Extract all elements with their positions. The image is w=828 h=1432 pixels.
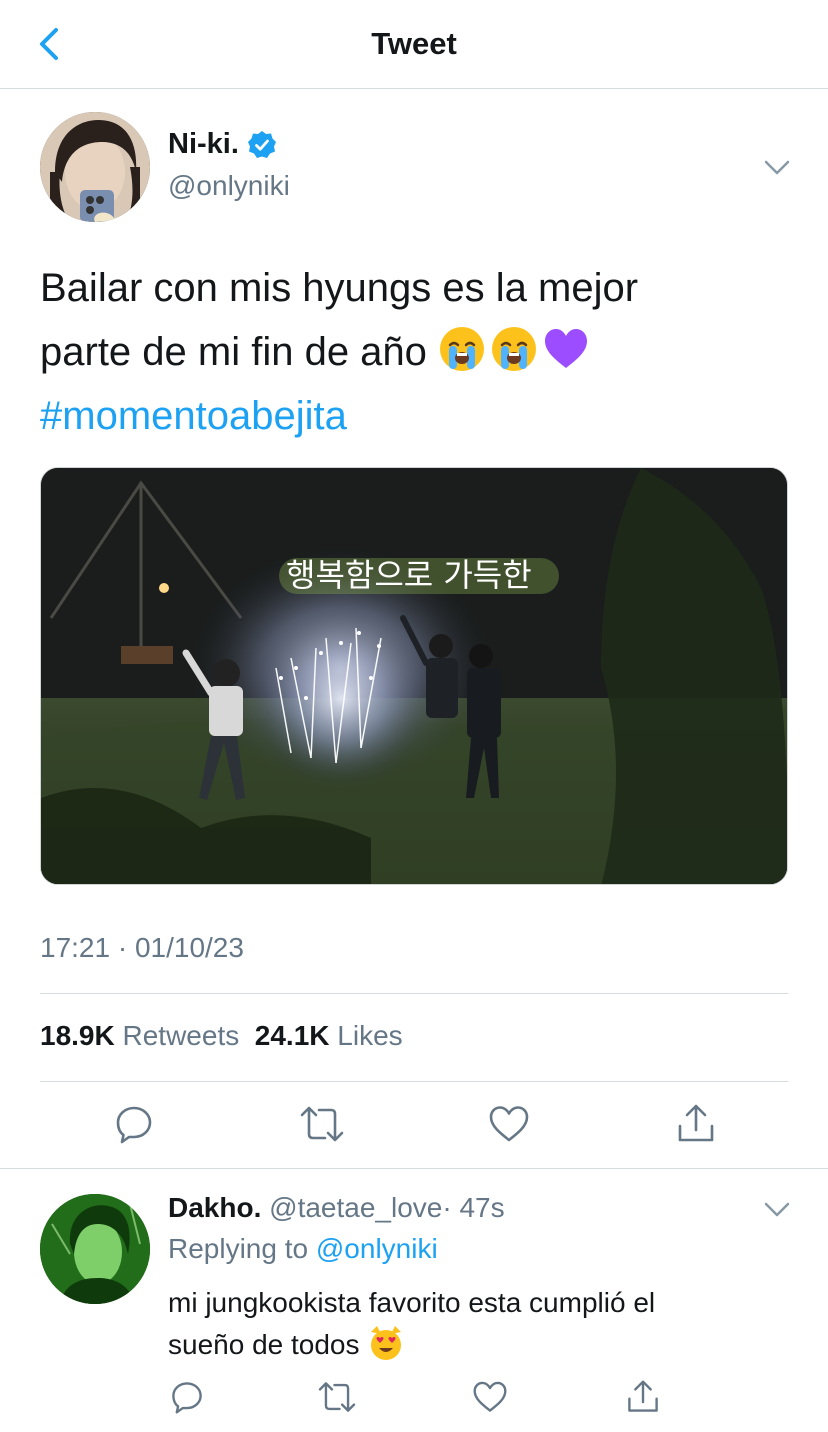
replying-to-handle[interactable]: @onlyniki: [316, 1233, 438, 1264]
likes-label: Likes: [337, 1020, 403, 1051]
reply-text: mi jungkookista favorito esta cumplió el…: [168, 1282, 768, 1366]
chevron-down-icon[interactable]: [762, 1198, 792, 1222]
like-icon[interactable]: [488, 1104, 530, 1144]
tweet-action-bar: [0, 1104, 828, 1148]
author-name[interactable]: Ni-ki.: [168, 128, 239, 161]
like-icon[interactable]: [472, 1380, 508, 1414]
divider: [40, 1081, 788, 1082]
loudly-crying-face-icon: [492, 327, 537, 371]
tweet-text-line-2: parte de mi fin de año: [40, 330, 427, 374]
share-icon[interactable]: [626, 1380, 660, 1414]
tweet-text-line-1: Bailar con mis hyungs es la mejor: [40, 266, 639, 310]
likes-stat[interactable]: 24.1K Likes: [255, 1020, 403, 1051]
reply-icon[interactable]: [170, 1380, 204, 1414]
reply-text-line-2: sueño de todos: [168, 1329, 360, 1360]
purple-heart-icon: [545, 329, 588, 368]
reply-author-handle[interactable]: @taetae_love: [269, 1192, 442, 1223]
tweet-timestamp[interactable]: 17:21 · 01/10/23: [40, 932, 244, 964]
reply-action-bar: [0, 1380, 828, 1416]
replying-to-label: Replying to: [168, 1233, 309, 1264]
reply-text-line-1: mi jungkookista favorito esta cumplió el: [168, 1287, 656, 1318]
reply-author-name[interactable]: Dakho.: [168, 1192, 261, 1223]
tweet-image[interactable]: 행복함으로 가득한: [40, 467, 788, 885]
retweet-icon[interactable]: [318, 1380, 356, 1414]
author-handle[interactable]: @onlyniki: [168, 170, 290, 202]
smiling-cat-heart-eyes-icon: [371, 1326, 402, 1360]
chevron-down-icon[interactable]: [762, 156, 792, 180]
retweets-count: 18.9K: [40, 1020, 115, 1051]
retweets-stat[interactable]: 18.9K Retweets: [40, 1020, 239, 1051]
media-caption: 행복함으로 가득한: [286, 556, 532, 594]
loudly-crying-face-icon: [440, 327, 485, 371]
divider: [40, 993, 788, 994]
top-bar: Tweet: [0, 0, 828, 89]
reply-header: Dakho. @taetae_love· 47s: [168, 1192, 505, 1224]
retweets-label: Retweets: [122, 1020, 240, 1051]
author-avatar[interactable]: [40, 112, 150, 222]
reply-time: · 47s: [442, 1192, 505, 1223]
tweet-stats: 18.9K Retweets 24.1K Likes: [40, 1020, 403, 1052]
reply-icon[interactable]: [114, 1104, 154, 1144]
hashtag-link[interactable]: #momentoabejita: [40, 384, 780, 448]
reply-author-avatar[interactable]: [40, 1194, 150, 1304]
tweet-text: Bailar con mis hyungs es la mejor parte …: [40, 256, 780, 448]
author-name-row: Ni-ki.: [168, 128, 277, 161]
retweet-icon[interactable]: [300, 1104, 344, 1144]
likes-count: 24.1K: [254, 1020, 330, 1051]
share-icon[interactable]: [676, 1104, 716, 1144]
verified-badge-icon: [247, 130, 276, 158]
page-title: Tweet: [371, 26, 457, 61]
replying-to: Replying to @onlyniki: [168, 1233, 438, 1265]
divider: [0, 1168, 828, 1169]
